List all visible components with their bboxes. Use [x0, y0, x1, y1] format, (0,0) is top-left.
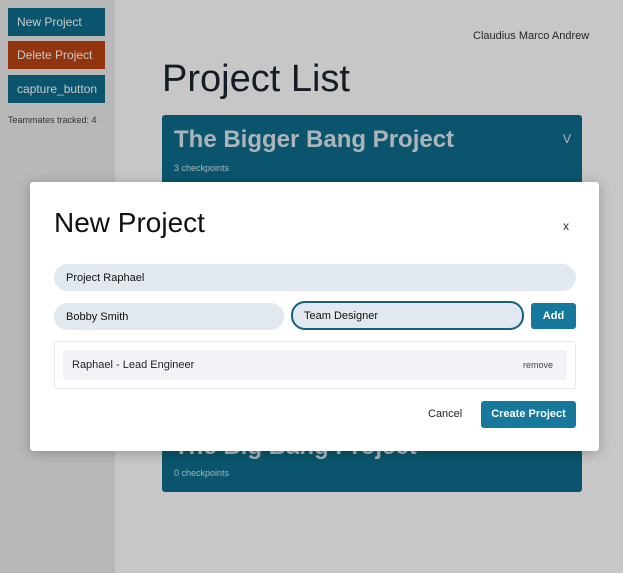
- project-name-input[interactable]: [54, 264, 576, 291]
- close-icon[interactable]: x: [563, 219, 569, 233]
- member-name-input[interactable]: [54, 303, 284, 330]
- member-role-input[interactable]: [291, 301, 524, 330]
- members-list: Raphael - Lead Engineer remove: [54, 341, 576, 389]
- cancel-button[interactable]: Cancel: [428, 408, 462, 420]
- create-project-button[interactable]: Create Project: [481, 401, 576, 428]
- add-member-button[interactable]: Add: [531, 303, 576, 329]
- list-item: Raphael - Lead Engineer remove: [63, 350, 567, 380]
- remove-member-button[interactable]: remove: [523, 360, 553, 370]
- modal-title: New Project: [54, 207, 205, 238]
- new-project-modal: New Project x Add Raphael - Lead Enginee…: [30, 182, 599, 451]
- member-label: Raphael - Lead Engineer: [72, 359, 195, 371]
